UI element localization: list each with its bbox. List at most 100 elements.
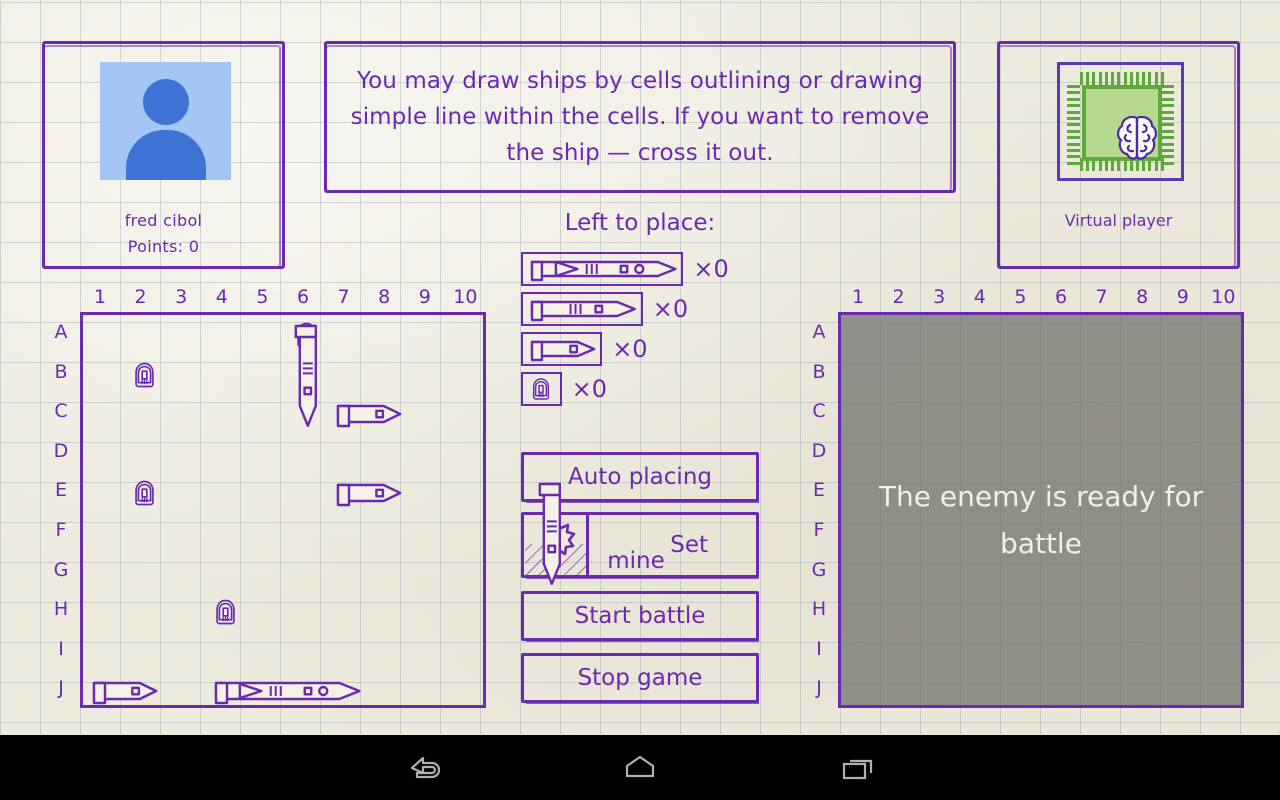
fleet-row-2[interactable]: ×0: [521, 332, 648, 366]
cell-D2[interactable]: [124, 434, 164, 473]
cell-H8[interactable]: [367, 592, 407, 631]
cell-J6[interactable]: [286, 671, 326, 710]
cell-H10[interactable]: [448, 592, 488, 631]
cell-B8[interactable]: [367, 355, 407, 394]
cell-E4[interactable]: [205, 473, 245, 512]
stop-game-button[interactable]: Stop game: [521, 653, 759, 704]
fleet-row-4[interactable]: ×0: [521, 252, 729, 286]
cell-D5[interactable]: [245, 434, 285, 473]
cell-A9[interactable]: [408, 315, 448, 354]
cell-E5[interactable]: [245, 473, 285, 512]
cell-B5[interactable]: [245, 355, 285, 394]
cell-H9[interactable]: [408, 592, 448, 631]
cell-F5[interactable]: [245, 513, 285, 552]
cell-C6[interactable]: [286, 394, 326, 433]
cell-A10[interactable]: [448, 315, 488, 354]
set-mine-button[interactable]: Set mine: [521, 512, 759, 579]
cell-H2[interactable]: [124, 592, 164, 631]
player-board[interactable]: 1 2 3 4 5 6 7 8 9 10 ABCDEFGHIJ: [40, 285, 561, 710]
cell-E1[interactable]: [83, 473, 123, 512]
cruiser-3-icon[interactable]: [521, 292, 643, 326]
cell-I7[interactable]: [327, 632, 367, 671]
cell-E6[interactable]: [286, 473, 326, 512]
cell-D4[interactable]: [205, 434, 245, 473]
cell-E3[interactable]: [164, 473, 204, 512]
submarine-1-icon[interactable]: [521, 372, 562, 406]
cell-I6[interactable]: [286, 632, 326, 671]
cell-B10[interactable]: [448, 355, 488, 394]
cell-F4[interactable]: [205, 513, 245, 552]
cell-B2[interactable]: [124, 355, 164, 394]
cell-A1[interactable]: [83, 315, 123, 354]
cell-I1[interactable]: [83, 632, 123, 671]
cell-E9[interactable]: [408, 473, 448, 512]
cell-G6[interactable]: [286, 553, 326, 592]
cell-C7[interactable]: [327, 394, 367, 433]
cell-D9[interactable]: [408, 434, 448, 473]
cell-F1[interactable]: [83, 513, 123, 552]
cell-I8[interactable]: [367, 632, 407, 671]
cell-C1[interactable]: [83, 394, 123, 433]
cell-J5[interactable]: [245, 671, 285, 710]
start-battle-button[interactable]: Start battle: [521, 591, 759, 642]
cell-J7[interactable]: [327, 671, 367, 710]
destroyer-2-icon[interactable]: [521, 332, 603, 366]
cell-G3[interactable]: [164, 553, 204, 592]
cell-G4[interactable]: [205, 553, 245, 592]
cell-D7[interactable]: [327, 434, 367, 473]
cell-J1[interactable]: [83, 671, 123, 710]
cell-H7[interactable]: [327, 592, 367, 631]
cell-A7[interactable]: [327, 315, 367, 354]
cell-A5[interactable]: [245, 315, 285, 354]
cell-J2[interactable]: [124, 671, 164, 710]
cell-D8[interactable]: [367, 434, 407, 473]
cell-J3[interactable]: [164, 671, 204, 710]
cell-G8[interactable]: [367, 553, 407, 592]
cell-G1[interactable]: [83, 553, 123, 592]
cell-E10[interactable]: [448, 473, 488, 512]
cell-A2[interactable]: [124, 315, 164, 354]
cell-B7[interactable]: [327, 355, 367, 394]
cell-H4[interactable]: [205, 592, 245, 631]
cell-B6[interactable]: [286, 355, 326, 394]
cell-H5[interactable]: [245, 592, 285, 631]
cell-I10[interactable]: [448, 632, 488, 671]
cell-H1[interactable]: [83, 592, 123, 631]
cell-G9[interactable]: [408, 553, 448, 592]
cell-C2[interactable]: [124, 394, 164, 433]
cell-G2[interactable]: [124, 553, 164, 592]
cell-I3[interactable]: [164, 632, 204, 671]
cell-C10[interactable]: [448, 394, 488, 433]
cell-E2[interactable]: [124, 473, 164, 512]
cell-E8[interactable]: [367, 473, 407, 512]
cell-F10[interactable]: [448, 513, 488, 552]
cell-J8[interactable]: [367, 671, 407, 710]
cell-H3[interactable]: [164, 592, 204, 631]
cell-C4[interactable]: [205, 394, 245, 433]
cell-B1[interactable]: [83, 355, 123, 394]
auto-placing-button[interactable]: Auto placing: [521, 452, 759, 503]
cell-F8[interactable]: [367, 513, 407, 552]
cell-A4[interactable]: [205, 315, 245, 354]
cell-J9[interactable]: [408, 671, 448, 710]
cell-A8[interactable]: [367, 315, 407, 354]
cell-D1[interactable]: [83, 434, 123, 473]
cell-F3[interactable]: [164, 513, 204, 552]
back-icon[interactable]: [344, 735, 504, 800]
cell-D3[interactable]: [164, 434, 204, 473]
cell-H6[interactable]: [286, 592, 326, 631]
cell-B4[interactable]: [205, 355, 245, 394]
cell-I4[interactable]: [205, 632, 245, 671]
cell-G10[interactable]: [448, 553, 488, 592]
cell-D10[interactable]: [448, 434, 488, 473]
recents-icon[interactable]: [778, 735, 938, 800]
cell-F6[interactable]: [286, 513, 326, 552]
cell-G7[interactable]: [327, 553, 367, 592]
home-icon[interactable]: [560, 735, 720, 800]
cell-J10[interactable]: [448, 671, 488, 710]
player-grid[interactable]: [80, 312, 561, 710]
cell-C8[interactable]: [367, 394, 407, 433]
cell-F2[interactable]: [124, 513, 164, 552]
cell-I9[interactable]: [408, 632, 448, 671]
cell-B3[interactable]: [164, 355, 204, 394]
